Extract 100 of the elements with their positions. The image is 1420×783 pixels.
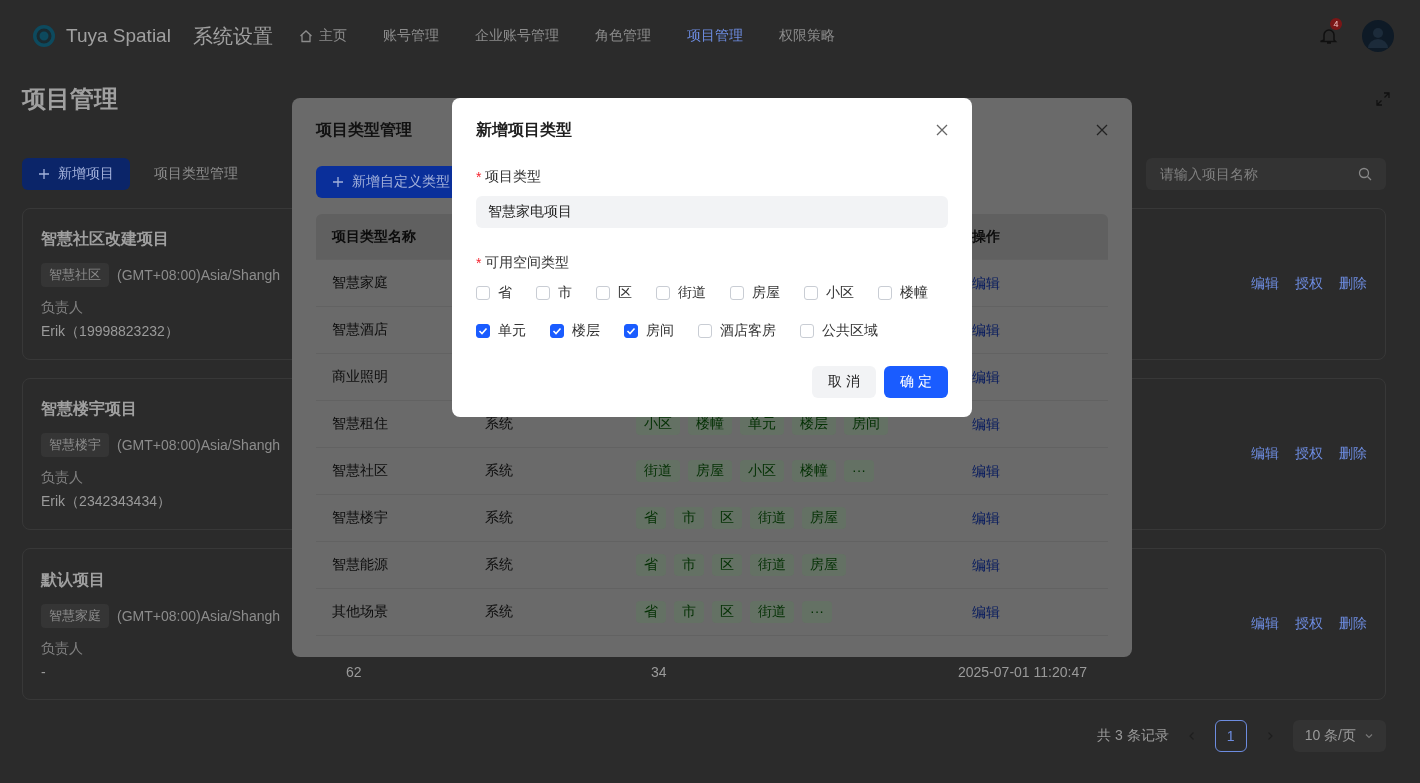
project-name: 默认项目: [41, 570, 105, 590]
avatar[interactable]: [1362, 20, 1394, 52]
space-type-tag: 市: [674, 507, 704, 529]
table-cell: 系统: [485, 509, 513, 527]
checkbox[interactable]: [550, 324, 564, 338]
edit-link[interactable]: 编辑: [972, 509, 1000, 526]
cancel-button[interactable]: 取 消: [812, 366, 877, 398]
card-action-link[interactable]: 删除: [1339, 615, 1367, 633]
close-icon[interactable]: [1096, 124, 1108, 136]
edit-link[interactable]: 编辑: [972, 556, 1000, 573]
page-title: 项目管理: [22, 84, 118, 114]
timezone-text: (GMT+08:00)Asia/Shangh: [117, 608, 281, 624]
bell-icon[interactable]: [1320, 27, 1338, 45]
edit-link[interactable]: 编辑: [972, 274, 1000, 291]
checkbox-label: 酒店客房: [720, 322, 776, 340]
checkbox-label: 街道: [678, 284, 706, 302]
card-action-link[interactable]: 编辑: [1251, 615, 1279, 633]
type-management-button[interactable]: 项目类型管理: [138, 158, 254, 190]
nav-tab[interactable]: 项目管理: [686, 27, 743, 45]
column-header: 项目类型名称: [332, 227, 416, 246]
notification-badge: 4: [1330, 18, 1342, 30]
table-cell: 智慧租住: [332, 415, 388, 433]
owner-label: 负责人: [41, 299, 83, 317]
search-icon[interactable]: [1358, 167, 1372, 181]
checkbox-label: 区: [618, 284, 632, 302]
space-type-tag: 房屋: [802, 507, 846, 529]
card-action-link[interactable]: 删除: [1339, 445, 1367, 463]
checkbox-label: 房屋: [752, 284, 780, 302]
timezone-text: (GMT+08:00)Asia/Shangh: [117, 267, 281, 283]
input-field[interactable]: 智慧家电项目: [476, 196, 948, 228]
table-cell: 智慧社区: [332, 462, 388, 480]
space-type-tag: 小区: [740, 460, 784, 482]
table-cell: 系统: [485, 415, 513, 433]
space-type-tag: ···: [844, 460, 874, 482]
card-action-link[interactable]: 授权: [1295, 275, 1323, 293]
field-label: 可用空间类型: [485, 254, 570, 272]
edit-link[interactable]: 编辑: [972, 368, 1000, 385]
project-type-tag: 智慧楼宇: [41, 433, 109, 457]
nav-tab[interactable]: 账号管理: [382, 27, 439, 45]
card-action-link[interactable]: 编辑: [1251, 445, 1279, 463]
add-project-button[interactable]: 新增项目: [22, 158, 130, 190]
table-cell: 系统: [485, 462, 513, 480]
search-field[interactable]: 请输入项目名称: [1146, 158, 1386, 190]
card-action-link[interactable]: 授权: [1295, 445, 1323, 463]
checkbox-label: 楼层: [572, 322, 600, 340]
close-icon[interactable]: [936, 124, 948, 136]
checkbox-label: 单元: [498, 322, 526, 340]
edit-link[interactable]: 编辑: [972, 603, 1000, 620]
space-type-tag: 区: [712, 507, 742, 529]
checkbox-label: 省: [498, 284, 512, 302]
owner-value: Erik（2342343434）: [41, 493, 171, 511]
space-type-tag: 街道: [750, 554, 794, 576]
table-cell: 商业照明: [332, 368, 388, 386]
nav-tab[interactable]: 权限策略: [778, 27, 835, 45]
space-type-tag: 楼幢: [792, 460, 836, 482]
stat-value: 2025-07-01 11:20:47: [958, 664, 1087, 680]
dialog-title: 新增项目类型: [476, 119, 572, 140]
logo-icon: [32, 24, 56, 48]
checkbox[interactable]: [476, 324, 490, 338]
space-type-tag: 区: [712, 601, 742, 623]
brand-name: Tuya Spatial: [66, 25, 171, 47]
table-cell: 智慧酒店: [332, 321, 388, 339]
nav-tab[interactable]: 主页: [298, 27, 347, 45]
table-cell: 智慧能源: [332, 556, 388, 574]
fullscreen-icon[interactable]: [1376, 92, 1390, 106]
page-size-select[interactable]: 10 条/页: [1292, 720, 1386, 752]
confirm-button[interactable]: 确 定: [884, 366, 948, 398]
space-type-tag: 市: [674, 601, 704, 623]
dialog-title: 项目类型管理: [316, 119, 412, 140]
card-action-link[interactable]: 授权: [1295, 615, 1323, 633]
stat-value: 62: [346, 664, 362, 680]
nav-tab[interactable]: 企业账号管理: [474, 27, 559, 45]
owner-label: 负责人: [41, 640, 83, 658]
space-type-tag: ···: [802, 601, 832, 623]
page-number[interactable]: 1: [1214, 720, 1247, 752]
checkmark-icon: [626, 326, 636, 336]
checkmark-icon: [478, 326, 488, 336]
owner-value: -: [41, 664, 46, 680]
checkmark-icon: [552, 326, 562, 336]
project-type-tag: 智慧社区: [41, 263, 109, 287]
required-mark: *: [476, 169, 482, 185]
field-label: 项目类型: [485, 168, 542, 186]
card-action-link[interactable]: 删除: [1339, 275, 1367, 293]
home-icon: [298, 29, 313, 43]
nav-tab[interactable]: 角色管理: [594, 27, 651, 45]
checkbox-label: 公共区域: [822, 322, 878, 340]
space-type-tag: 市: [674, 554, 704, 576]
edit-link[interactable]: 编辑: [972, 462, 1000, 479]
app-title: 系统设置: [192, 23, 273, 49]
card-action-link[interactable]: 编辑: [1251, 275, 1279, 293]
edit-link[interactable]: 编辑: [972, 321, 1000, 338]
edit-link[interactable]: 编辑: [972, 415, 1000, 432]
column-header: 操作: [972, 227, 1000, 246]
project-type-tag: 智慧家庭: [41, 604, 109, 628]
owner-value: Erik（19998823232）: [41, 323, 179, 341]
space-type-tag: 街道: [636, 460, 680, 482]
table-cell: 系统: [485, 556, 513, 574]
caret-icon: [1364, 731, 1374, 741]
table-cell: 智慧家庭: [332, 274, 388, 292]
checkbox[interactable]: [624, 324, 638, 338]
